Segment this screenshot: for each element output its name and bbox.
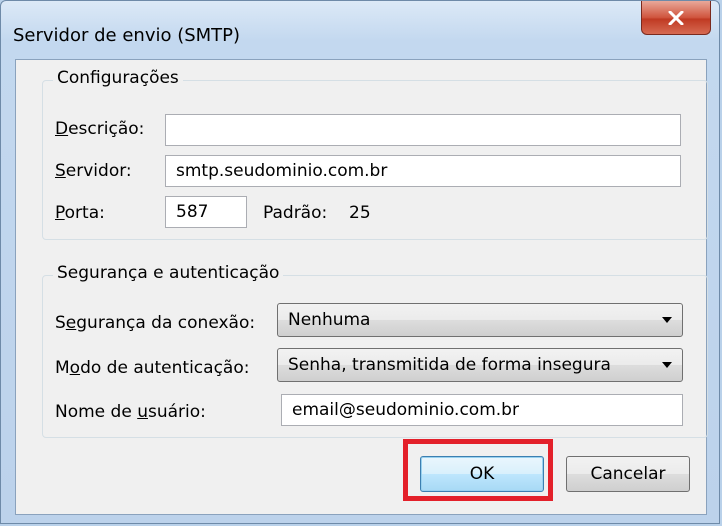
cancel-button[interactable]: Cancelar (566, 456, 690, 492)
description-label: Descrição: (55, 119, 145, 139)
default-port-label: Padrão: (263, 203, 328, 223)
auth-mode-select[interactable]: Senha, transmitida de forma insegura (277, 348, 683, 382)
username-field[interactable]: email@seudominio.com.br (281, 394, 683, 426)
security-legend: Segurança e autenticação (53, 263, 284, 283)
port-label: Porta: (55, 203, 105, 223)
close-button[interactable] (641, 1, 711, 35)
server-field[interactable]: smtp.seudominio.com.br (165, 155, 681, 187)
server-label: Servidor: (55, 161, 132, 181)
default-port-value: 25 (349, 203, 371, 223)
connection-security-value: Nenhuma (288, 310, 371, 330)
chevron-down-icon (662, 317, 672, 323)
security-group: Segurança e autenticação Segurança da co… (42, 263, 708, 438)
ok-button[interactable]: OK (420, 456, 544, 492)
connection-security-label: Segurança da conexão: (55, 313, 256, 333)
settings-legend: Configurações (53, 68, 183, 88)
port-field[interactable]: 587 (165, 196, 247, 228)
auth-mode-value: Senha, transmitida de forma insegura (288, 355, 611, 375)
settings-group: Configurações Descrição: Servidor: smtp.… (42, 68, 708, 240)
username-label: Nome de usuário: (55, 402, 206, 422)
smtp-server-dialog: Servidor de envio (SMTP) Configurações D… (0, 0, 720, 524)
window-title: Servidor de envio (SMTP) (13, 25, 241, 46)
title-bar: Servidor de envio (SMTP) (1, 1, 719, 59)
connection-security-select[interactable]: Nenhuma (277, 303, 683, 337)
dialog-client-area: Configurações Descrição: Servidor: smtp.… (15, 59, 708, 515)
close-icon (668, 10, 684, 25)
auth-mode-label: Modo de autenticação: (55, 358, 250, 378)
description-field[interactable] (165, 114, 681, 146)
chevron-down-icon (662, 362, 672, 368)
